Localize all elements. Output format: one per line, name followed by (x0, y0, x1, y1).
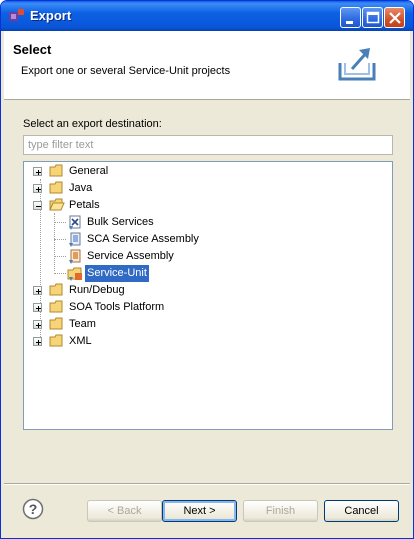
help-icon[interactable]: ? (22, 498, 44, 520)
next-button[interactable]: Next > (162, 500, 237, 522)
tree-item-soa-tools-platform[interactable]: SOA Tools Platform (24, 299, 384, 316)
folder-icon (49, 181, 63, 194)
expand-icon[interactable] (33, 286, 42, 295)
filter-input[interactable] (23, 135, 393, 155)
tree-item-label: SCA Service Assembly (87, 233, 199, 245)
tree-item-team[interactable]: Team (24, 316, 384, 333)
folder-icon (49, 283, 63, 296)
destination-tree[interactable]: General Java Petals Bulk Services SCA Se… (23, 161, 393, 430)
tree-item-label: XML (69, 335, 92, 347)
wizard-header: Select Export one or several Service-Uni… (4, 31, 410, 100)
sca-assembly-icon (69, 232, 81, 247)
tree-item-label: Service Assembly (87, 250, 174, 262)
title-bar[interactable]: Export (1, 1, 413, 31)
tree-item-label: Petals (69, 199, 100, 211)
expand-icon[interactable] (33, 303, 42, 312)
svg-text:?: ? (29, 501, 38, 517)
minimize-icon (346, 21, 353, 24)
folder-open-icon (49, 198, 65, 211)
tree-item-bulk-services[interactable]: Bulk Services (24, 214, 384, 231)
tree-item-xml[interactable]: XML (24, 333, 384, 350)
folder-icon (49, 334, 63, 347)
tree-item-run-debug[interactable]: Run/Debug (24, 282, 384, 299)
back-button[interactable]: < Back (87, 500, 162, 522)
export-dialog: Export Select Export one or several Serv… (0, 0, 414, 539)
folder-icon (49, 164, 63, 177)
tree-item-java[interactable]: Java (24, 180, 384, 197)
tree-item-sca-service-assembly[interactable]: SCA Service Assembly (24, 231, 384, 248)
tree-item-general[interactable]: General (24, 163, 384, 180)
page-title: Select (13, 42, 52, 57)
tree-item-label: Run/Debug (69, 284, 125, 296)
tree-item-service-unit[interactable]: Service-Unit (24, 265, 384, 282)
expand-icon[interactable] (33, 320, 42, 329)
folder-icon (49, 317, 63, 330)
maximize-icon (366, 11, 380, 24)
minimize-button[interactable] (340, 7, 361, 28)
bulk-services-icon (69, 215, 81, 230)
tree-item-label: Service-Unit (85, 265, 149, 282)
expand-icon[interactable] (33, 167, 42, 176)
service-unit-icon (67, 267, 82, 281)
window-title: Export (30, 8, 72, 23)
expand-icon[interactable] (33, 184, 42, 193)
footer-divider (4, 483, 410, 485)
tree-item-petals[interactable]: Petals (24, 197, 384, 214)
folder-icon (49, 300, 63, 313)
tree-item-label: Team (69, 318, 96, 330)
export-wizard-icon (338, 48, 376, 81)
page-description: Export one or several Service-Unit proje… (21, 65, 231, 77)
tree-item-label: SOA Tools Platform (69, 301, 165, 313)
expand-icon[interactable] (33, 337, 42, 346)
eclipse-export-icon (9, 9, 24, 21)
tree-item-service-assembly[interactable]: Service Assembly (24, 248, 384, 265)
service-assembly-icon (69, 249, 81, 264)
cancel-button[interactable]: Cancel (324, 500, 399, 522)
close-window-button[interactable] (384, 7, 405, 28)
tree-item-label: Java (69, 182, 93, 194)
finish-button[interactable]: Finish (243, 500, 318, 522)
destination-label: Select an export destination: (23, 118, 162, 130)
close-icon (389, 12, 401, 24)
tree-item-label: Bulk Services (87, 216, 154, 228)
maximize-button[interactable] (362, 7, 383, 28)
tree-item-label: General (69, 165, 109, 177)
collapse-icon[interactable] (33, 201, 42, 210)
